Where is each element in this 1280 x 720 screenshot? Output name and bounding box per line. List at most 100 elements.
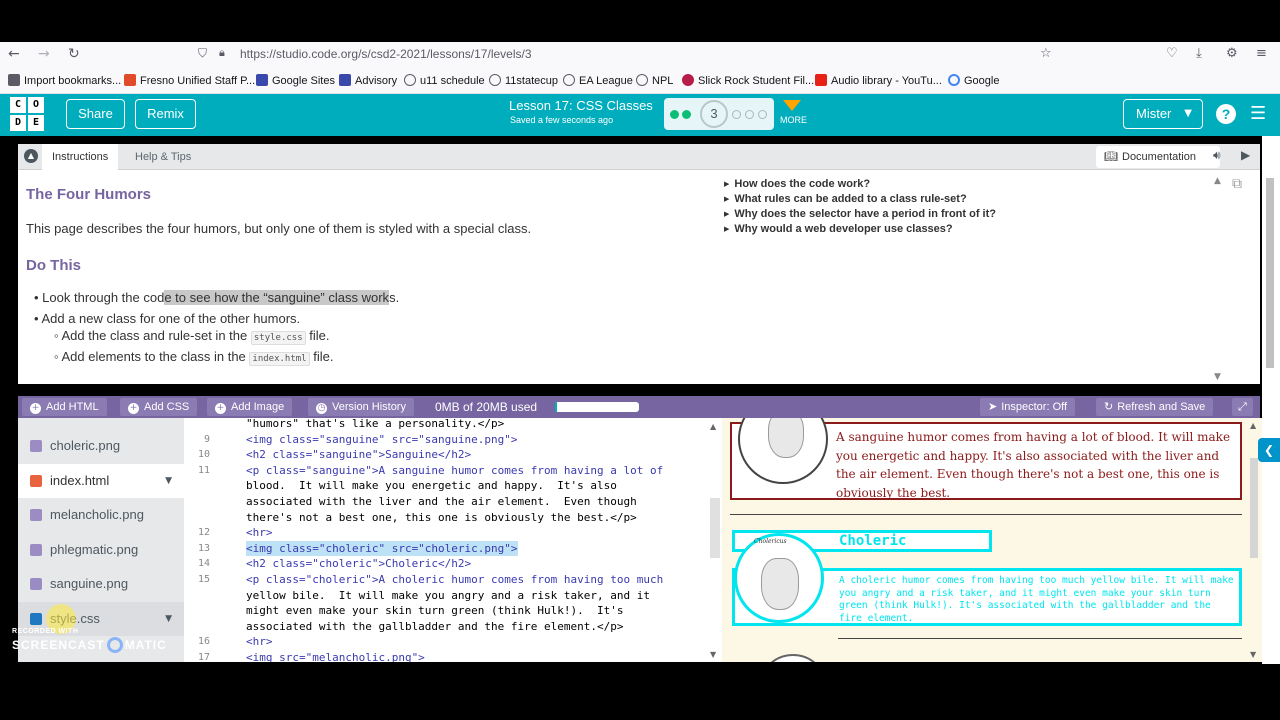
- fullscreen-button[interactable]: ⤢: [1232, 398, 1253, 416]
- app-menu-icon[interactable]: ≡: [1256, 46, 1267, 61]
- play-icon[interactable]: ▶: [1241, 148, 1250, 162]
- bookmark-label: Advisory: [355, 75, 398, 87]
- bookmark-star-icon[interactable]: ☆: [1040, 46, 1052, 61]
- back-arrow-icon[interactable]: ←: [8, 46, 20, 62]
- pocket-icon[interactable]: ♡: [1166, 46, 1178, 61]
- bookmark-label: Fresno Unified Staff P...: [140, 75, 256, 87]
- screen: ← → ↻ ⛉ 🔒︎ https://studio.code.org/s/csd…: [0, 0, 1280, 720]
- scroll-up-icon[interactable]: ▲: [1214, 176, 1221, 186]
- line-number: 15: [197, 574, 210, 585]
- refresh-save-button[interactable]: ↻ Refresh and Save: [1096, 398, 1214, 416]
- disclosure-triangle-icon: ▶: [724, 210, 730, 218]
- bookmark-item[interactable]: u11 schedule: [404, 74, 485, 87]
- file-list: choleric.png index.html ▼ melancholic.png…: [18, 418, 184, 662]
- remix-button[interactable]: Remix: [135, 99, 196, 129]
- disclosure-triangle-icon: ▶: [724, 180, 730, 188]
- bookmark-item[interactable]: Google Sites: [256, 74, 335, 87]
- reload-icon[interactable]: ↻: [68, 46, 80, 62]
- line-number: 10: [197, 449, 210, 461]
- book-icon: 📖︎: [1104, 150, 1118, 163]
- user-menu-button[interactable]: Mister ▼: [1123, 99, 1203, 129]
- bullet-text: Add elements to the class in the: [61, 349, 250, 364]
- add-html-button[interactable]: + Add HTML: [22, 398, 107, 416]
- level-dot-complete[interactable]: [670, 110, 679, 119]
- bullet-item: • Look through the code to see how the “…: [34, 290, 400, 305]
- bookmark-item[interactable]: EA League: [563, 74, 633, 87]
- bookmark-item[interactable]: NPL: [636, 74, 673, 87]
- add-css-button[interactable]: + Add CSS: [120, 398, 198, 416]
- bookmark-item[interactable]: 11statecup: [489, 74, 558, 87]
- horizontal-rule: [838, 638, 1242, 639]
- faq-item[interactable]: ▶ Why would a web developer use classes?: [724, 223, 953, 235]
- bookmark-icon: [339, 74, 351, 86]
- file-item[interactable]: choleric.png: [18, 429, 184, 463]
- current-level[interactable]: 3: [700, 100, 728, 128]
- level-dot[interactable]: [745, 110, 754, 119]
- scroll-down-icon[interactable]: ▼: [710, 650, 716, 659]
- bookmark-item[interactable]: Import bookmarks...: [8, 74, 121, 87]
- tab-instructions[interactable]: Instructions: [42, 144, 119, 170]
- level-dot-complete[interactable]: [682, 110, 691, 119]
- bookmark-item[interactable]: Audio library - YouTu...: [815, 74, 942, 87]
- bookmark-item[interactable]: Advisory: [339, 74, 397, 87]
- speaker-icon[interactable]: 🔊︎: [1213, 148, 1221, 163]
- bookmark-item[interactable]: Slick Rock Student Fil...: [682, 74, 814, 87]
- scroll-down-icon[interactable]: ▼: [1214, 372, 1221, 382]
- bookmark-item[interactable]: Google: [948, 74, 999, 87]
- file-item[interactable]: index.html ▼: [18, 464, 184, 498]
- help-icon[interactable]: ?: [1216, 104, 1236, 124]
- inspector-toggle[interactable]: ➤ Inspector: Off: [980, 398, 1076, 416]
- bookmark-item[interactable]: Fresno Unified Staff P...: [124, 74, 255, 87]
- code-text: blood. It will make you energetic and ha…: [246, 479, 617, 493]
- editor-scrollbar[interactable]: [710, 498, 720, 558]
- code-editor[interactable]: "humors" that's like a personality.</p> 9…: [184, 418, 722, 662]
- logo-letter: O: [28, 97, 44, 113]
- hamburger-menu-icon[interactable]: ☰: [1250, 103, 1266, 124]
- sub-bullet-item: ◦ Add elements to the class in the index…: [54, 349, 334, 366]
- instructions-scrollbar[interactable]: [1266, 178, 1274, 368]
- faq-item[interactable]: ▶ How does the code work?: [724, 178, 870, 190]
- faq-item[interactable]: ▶ What rules can be added to a class rule…: [724, 193, 967, 205]
- button-label: Add CSS: [144, 401, 190, 413]
- file-item[interactable]: melancholic.png: [18, 498, 184, 532]
- storage-usage: 0MB of 20MB used: [435, 400, 538, 414]
- file-item[interactable]: sanguine.png: [18, 567, 184, 601]
- preview-scrollbar[interactable]: [1250, 458, 1258, 558]
- faq-item[interactable]: ▶ Why does the selector have a period in …: [724, 208, 996, 220]
- caret-down-icon[interactable]: ▼: [165, 464, 172, 498]
- download-icon[interactable]: ⤓: [1196, 46, 1202, 61]
- shield-icon[interactable]: ⛉: [198, 46, 207, 61]
- collapse-icon[interactable]: ▲: [24, 149, 38, 163]
- code-text: there's not a best one, this one is obvi…: [246, 510, 637, 524]
- tab-help-tips[interactable]: Help & Tips: [125, 144, 201, 170]
- scroll-down-icon[interactable]: ▼: [1250, 650, 1256, 659]
- button-label: Version History: [332, 401, 406, 413]
- live-preview: A sanguine humor comes from having a lot…: [722, 418, 1262, 662]
- bullet-item: • Add a new class for one of the other h…: [34, 311, 301, 326]
- bookmark-label: Google: [964, 75, 1000, 87]
- add-image-button[interactable]: + Add Image: [207, 398, 293, 416]
- documentation-button[interactable]: 📖︎ Documentation: [1096, 146, 1220, 168]
- extensions-icon[interactable]: ⚙: [1226, 46, 1238, 61]
- scroll-up-icon[interactable]: ▲: [710, 422, 716, 431]
- image-icon[interactable]: ⧉: [1232, 176, 1242, 192]
- code-text: "humors" that's like a personality.</p>: [246, 418, 505, 430]
- workspace-toolbar: + Add HTML + Add CSS + Add Image ◷ Version H…: [18, 396, 1260, 418]
- level-dot[interactable]: [732, 110, 741, 119]
- bookmark-label: Google Sites: [272, 75, 335, 87]
- address-bar[interactable]: https://studio.code.org/s/csd2-2021/less…: [240, 47, 532, 61]
- more-levels-button[interactable]: MORE: [780, 100, 807, 125]
- level-dot[interactable]: [758, 110, 767, 119]
- share-button[interactable]: Share: [66, 99, 125, 129]
- line-number: 17: [197, 652, 210, 662]
- forward-arrow-icon[interactable]: →: [38, 46, 50, 62]
- file-name: phlegmatic.png: [50, 542, 139, 557]
- codeorg-logo[interactable]: C O D E: [10, 97, 44, 131]
- version-history-button[interactable]: ◷ Version History: [308, 398, 414, 416]
- scroll-up-icon[interactable]: ▲: [1250, 421, 1256, 430]
- file-item[interactable]: phlegmatic.png: [18, 533, 184, 567]
- chevron-left-icon[interactable]: ❮: [1258, 438, 1280, 462]
- lock-icon[interactable]: 🔒︎: [219, 46, 225, 60]
- code-text: <hr>: [246, 635, 273, 649]
- file-name: index.html: [50, 473, 110, 488]
